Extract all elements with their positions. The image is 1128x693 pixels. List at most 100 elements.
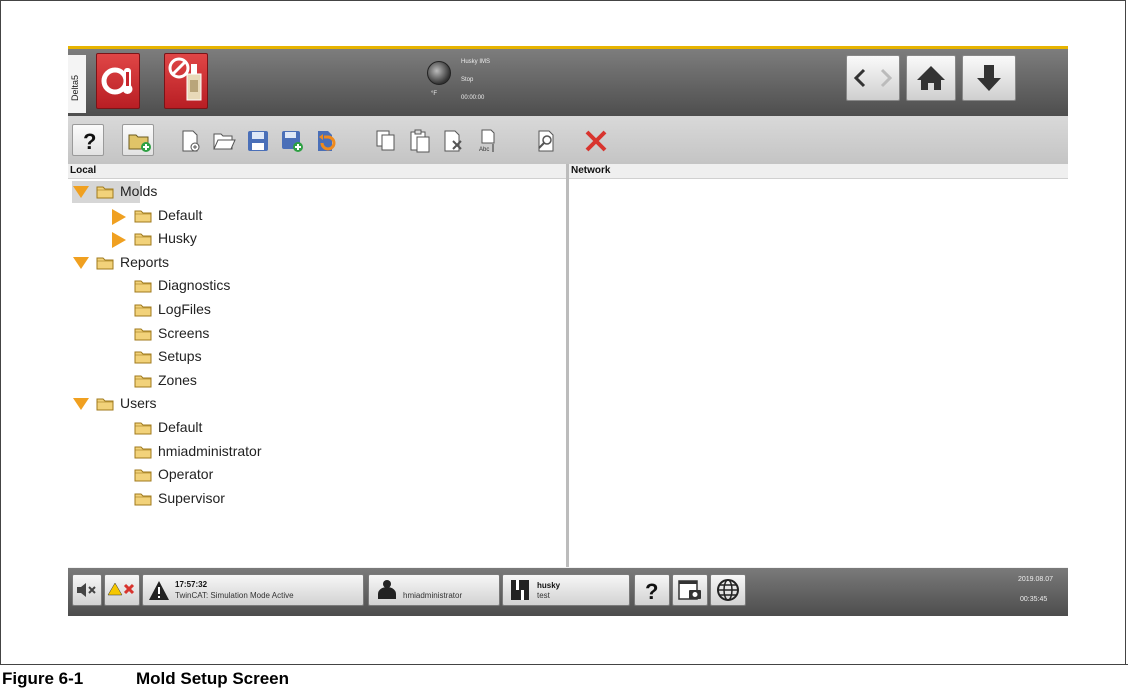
tree-item[interactable]: Husky [72, 228, 372, 250]
folder-icon [134, 209, 152, 226]
machine-status[interactable]: °F Husky IMS Stop 00:00:00 [423, 53, 513, 111]
local-pane-header: Local [68, 164, 566, 179]
delete-file-button[interactable] [436, 124, 468, 156]
folder-icon [134, 468, 152, 485]
mold-icon [511, 580, 529, 600]
figure-number: Figure 6-1 [2, 669, 84, 688]
folder-icon [134, 445, 152, 462]
save-add-icon [282, 131, 303, 152]
tree-item-label: Zones [158, 371, 197, 388]
open-folder-icon [213, 133, 236, 150]
tree-item[interactable]: hmiadministrator [72, 441, 372, 463]
tree-item-label: hmiadministrator [158, 442, 262, 459]
mold-button[interactable]: husky test [502, 574, 630, 606]
status-state: Stop [461, 77, 474, 83]
mute-button[interactable] [72, 574, 102, 606]
paste-icon [410, 129, 430, 153]
new-folder-button[interactable] [122, 124, 154, 156]
collapse-arrow-icon[interactable] [72, 185, 90, 202]
screenshot-icon [678, 580, 701, 600]
mute-icon [77, 583, 96, 597]
folder-icon [134, 421, 152, 438]
tree-item[interactable]: Screens [72, 323, 372, 345]
toolbar: ? Abc [68, 116, 1068, 164]
download-button[interactable] [962, 55, 1016, 101]
user-icon [378, 580, 396, 599]
help-footer-button[interactable]: ? [634, 574, 670, 606]
cancel-button[interactable] [578, 124, 610, 156]
tree-item-label: Screens [158, 324, 210, 341]
temperature-alarm-button[interactable] [96, 53, 140, 109]
close-icon [585, 130, 607, 152]
user-button[interactable]: hmiadministrator [368, 574, 500, 606]
search-button[interactable] [528, 124, 560, 156]
tree-item-label: Molds [120, 183, 158, 199]
screenshot-button[interactable] [672, 574, 708, 606]
tree-item[interactable]: Diagnostics [72, 275, 372, 297]
folder-icon [134, 303, 152, 320]
collapse-arrow-icon[interactable] [72, 397, 90, 414]
rename-icon: Abc [479, 129, 495, 153]
disabled-device-button[interactable] [164, 53, 208, 109]
undo-file-icon [318, 131, 336, 151]
folder-icon [96, 397, 114, 414]
new-file-icon [182, 130, 200, 152]
copy-icon [376, 130, 395, 151]
save-icon [248, 131, 268, 151]
tree-item[interactable]: LogFiles [72, 299, 372, 321]
tree-item-label: Diagnostics [158, 277, 231, 294]
thermometer-alarm-icon [101, 67, 133, 95]
back-forward-buttons [846, 55, 900, 101]
language-button[interactable] [710, 574, 746, 606]
tree-item[interactable]: Molds [72, 181, 157, 203]
tree-item[interactable]: Default [72, 205, 372, 227]
folder-icon [134, 279, 152, 296]
expand-arrow-icon[interactable] [110, 208, 128, 228]
open-button[interactable] [206, 124, 238, 156]
local-pane-title: Local [70, 165, 97, 176]
tree-item[interactable]: Operator [72, 464, 372, 486]
help-button[interactable]: ? [72, 124, 104, 156]
tree-item[interactable]: Zones [72, 370, 372, 392]
rename-button[interactable]: Abc [470, 124, 502, 156]
side-tab[interactable]: Delta5 [68, 55, 86, 113]
mold-name: husky [537, 581, 561, 590]
delete-file-icon [444, 130, 462, 152]
paste-button[interactable] [402, 124, 434, 156]
hmi-screen: Delta5 °F Husky IMS Stop 00:00:00 ? Abc … [68, 46, 1068, 616]
tree-item-label: Setups [158, 348, 202, 365]
alarm-banner[interactable]: 17:57:32 TwinCAT: Simulation Mode Active [142, 574, 364, 606]
copy-button[interactable] [368, 124, 400, 156]
alarm-message: TwinCAT: Simulation Mode Active [175, 591, 294, 600]
mold-subtitle: test [537, 591, 550, 600]
expand-arrow-icon[interactable] [110, 232, 128, 251]
tree-item[interactable]: Reports [72, 252, 372, 274]
tree-item[interactable]: Supervisor [72, 488, 372, 510]
home-button[interactable] [906, 55, 956, 101]
save-as-button[interactable] [274, 124, 306, 156]
tree-item[interactable]: Users [72, 393, 372, 415]
save-button[interactable] [240, 124, 272, 156]
search-file-icon [538, 130, 554, 152]
network-pane-title: Network [571, 165, 611, 176]
new-file-button[interactable] [172, 124, 204, 156]
tree-item-label: LogFiles [158, 301, 211, 317]
help-icon: ? [645, 579, 658, 604]
status-name: Husky IMS [461, 59, 491, 65]
tree-item[interactable]: Default [72, 417, 372, 439]
forward-icon[interactable] [873, 56, 899, 100]
tree-item-label: Reports [120, 253, 170, 270]
network-pane-header: Network [569, 164, 1068, 179]
tree-item[interactable]: Setups [72, 346, 372, 368]
alarm-clear-icon [107, 582, 135, 596]
temp-unit: °F [431, 91, 438, 97]
collapse-arrow-icon[interactable] [72, 256, 90, 273]
alarm-clear-button[interactable] [104, 574, 140, 606]
tree-item-label: Operator [158, 466, 214, 483]
back-icon[interactable] [847, 56, 873, 100]
svg-text:?: ? [83, 129, 96, 153]
home-icon [917, 66, 945, 90]
revert-button[interactable] [308, 124, 340, 156]
download-arrow-icon [977, 65, 1001, 91]
svg-text:Abc: Abc [479, 147, 489, 153]
